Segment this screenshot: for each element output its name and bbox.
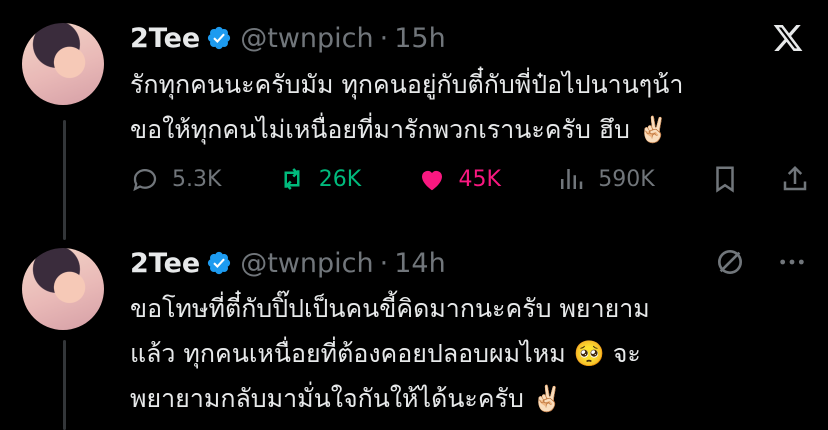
author-handle[interactable]: @twnpich <box>240 23 373 54</box>
tweet-header: 2Tee @twnpich · 15h <box>130 20 446 56</box>
tweet-header: 2Tee @twnpich · 14h <box>130 245 446 281</box>
views-count: 590K <box>598 166 655 192</box>
timestamp[interactable]: 14h <box>394 248 445 279</box>
reply-count: 5.3K <box>172 166 222 192</box>
separator-dot: · <box>379 247 389 279</box>
author-handle[interactable]: @twnpich <box>240 248 373 279</box>
views-button[interactable]: 590K <box>556 164 655 194</box>
repost-button[interactable]: 26K <box>277 164 361 194</box>
avatar[interactable] <box>22 23 104 105</box>
separator-dot: · <box>379 22 389 54</box>
x-logo-icon[interactable] <box>772 22 804 54</box>
tweet-text: รักทุกคนนะครับมัม ทุกคนอยู่กับตี๋กับพี่ป… <box>130 70 684 144</box>
like-button[interactable]: 45K <box>417 164 501 194</box>
views-icon <box>561 169 583 189</box>
heart-icon <box>421 170 442 191</box>
tweet[interactable]: 2Tee @twnpich · 15h รักทุกคนนะครับมัม ทุ… <box>0 0 828 238</box>
more-icon[interactable] <box>776 246 808 278</box>
verified-badge-icon <box>208 251 231 275</box>
tweet-actions <box>710 164 810 194</box>
author-name[interactable]: 2Tee <box>130 248 200 279</box>
repost-count: 26K <box>318 166 362 192</box>
reply-icon <box>133 169 157 192</box>
engagement-bar: 5.3K 26K 45K 590K <box>130 158 810 200</box>
avatar[interactable] <box>22 248 104 330</box>
repost-icon <box>284 168 300 190</box>
tweet-top-actions <box>714 246 808 278</box>
like-count: 45K <box>458 166 501 192</box>
verified-badge-icon <box>208 26 231 50</box>
share-icon[interactable] <box>780 164 810 194</box>
grok-icon[interactable] <box>714 246 746 278</box>
author-name[interactable]: 2Tee <box>130 23 200 54</box>
reply-button[interactable]: 5.3K <box>130 164 221 194</box>
bookmark-icon[interactable] <box>710 164 740 194</box>
tweet-text: ขอโทษที่ตี๋กับปิ๊ปเป็นคนขี้คิดมากนะครับ … <box>130 294 650 413</box>
timestamp[interactable]: 15h <box>394 23 445 54</box>
tweet[interactable]: 2Tee @twnpich · 14h ขอโทษที่ตี๋กับปิ๊ปเป… <box>0 238 828 418</box>
